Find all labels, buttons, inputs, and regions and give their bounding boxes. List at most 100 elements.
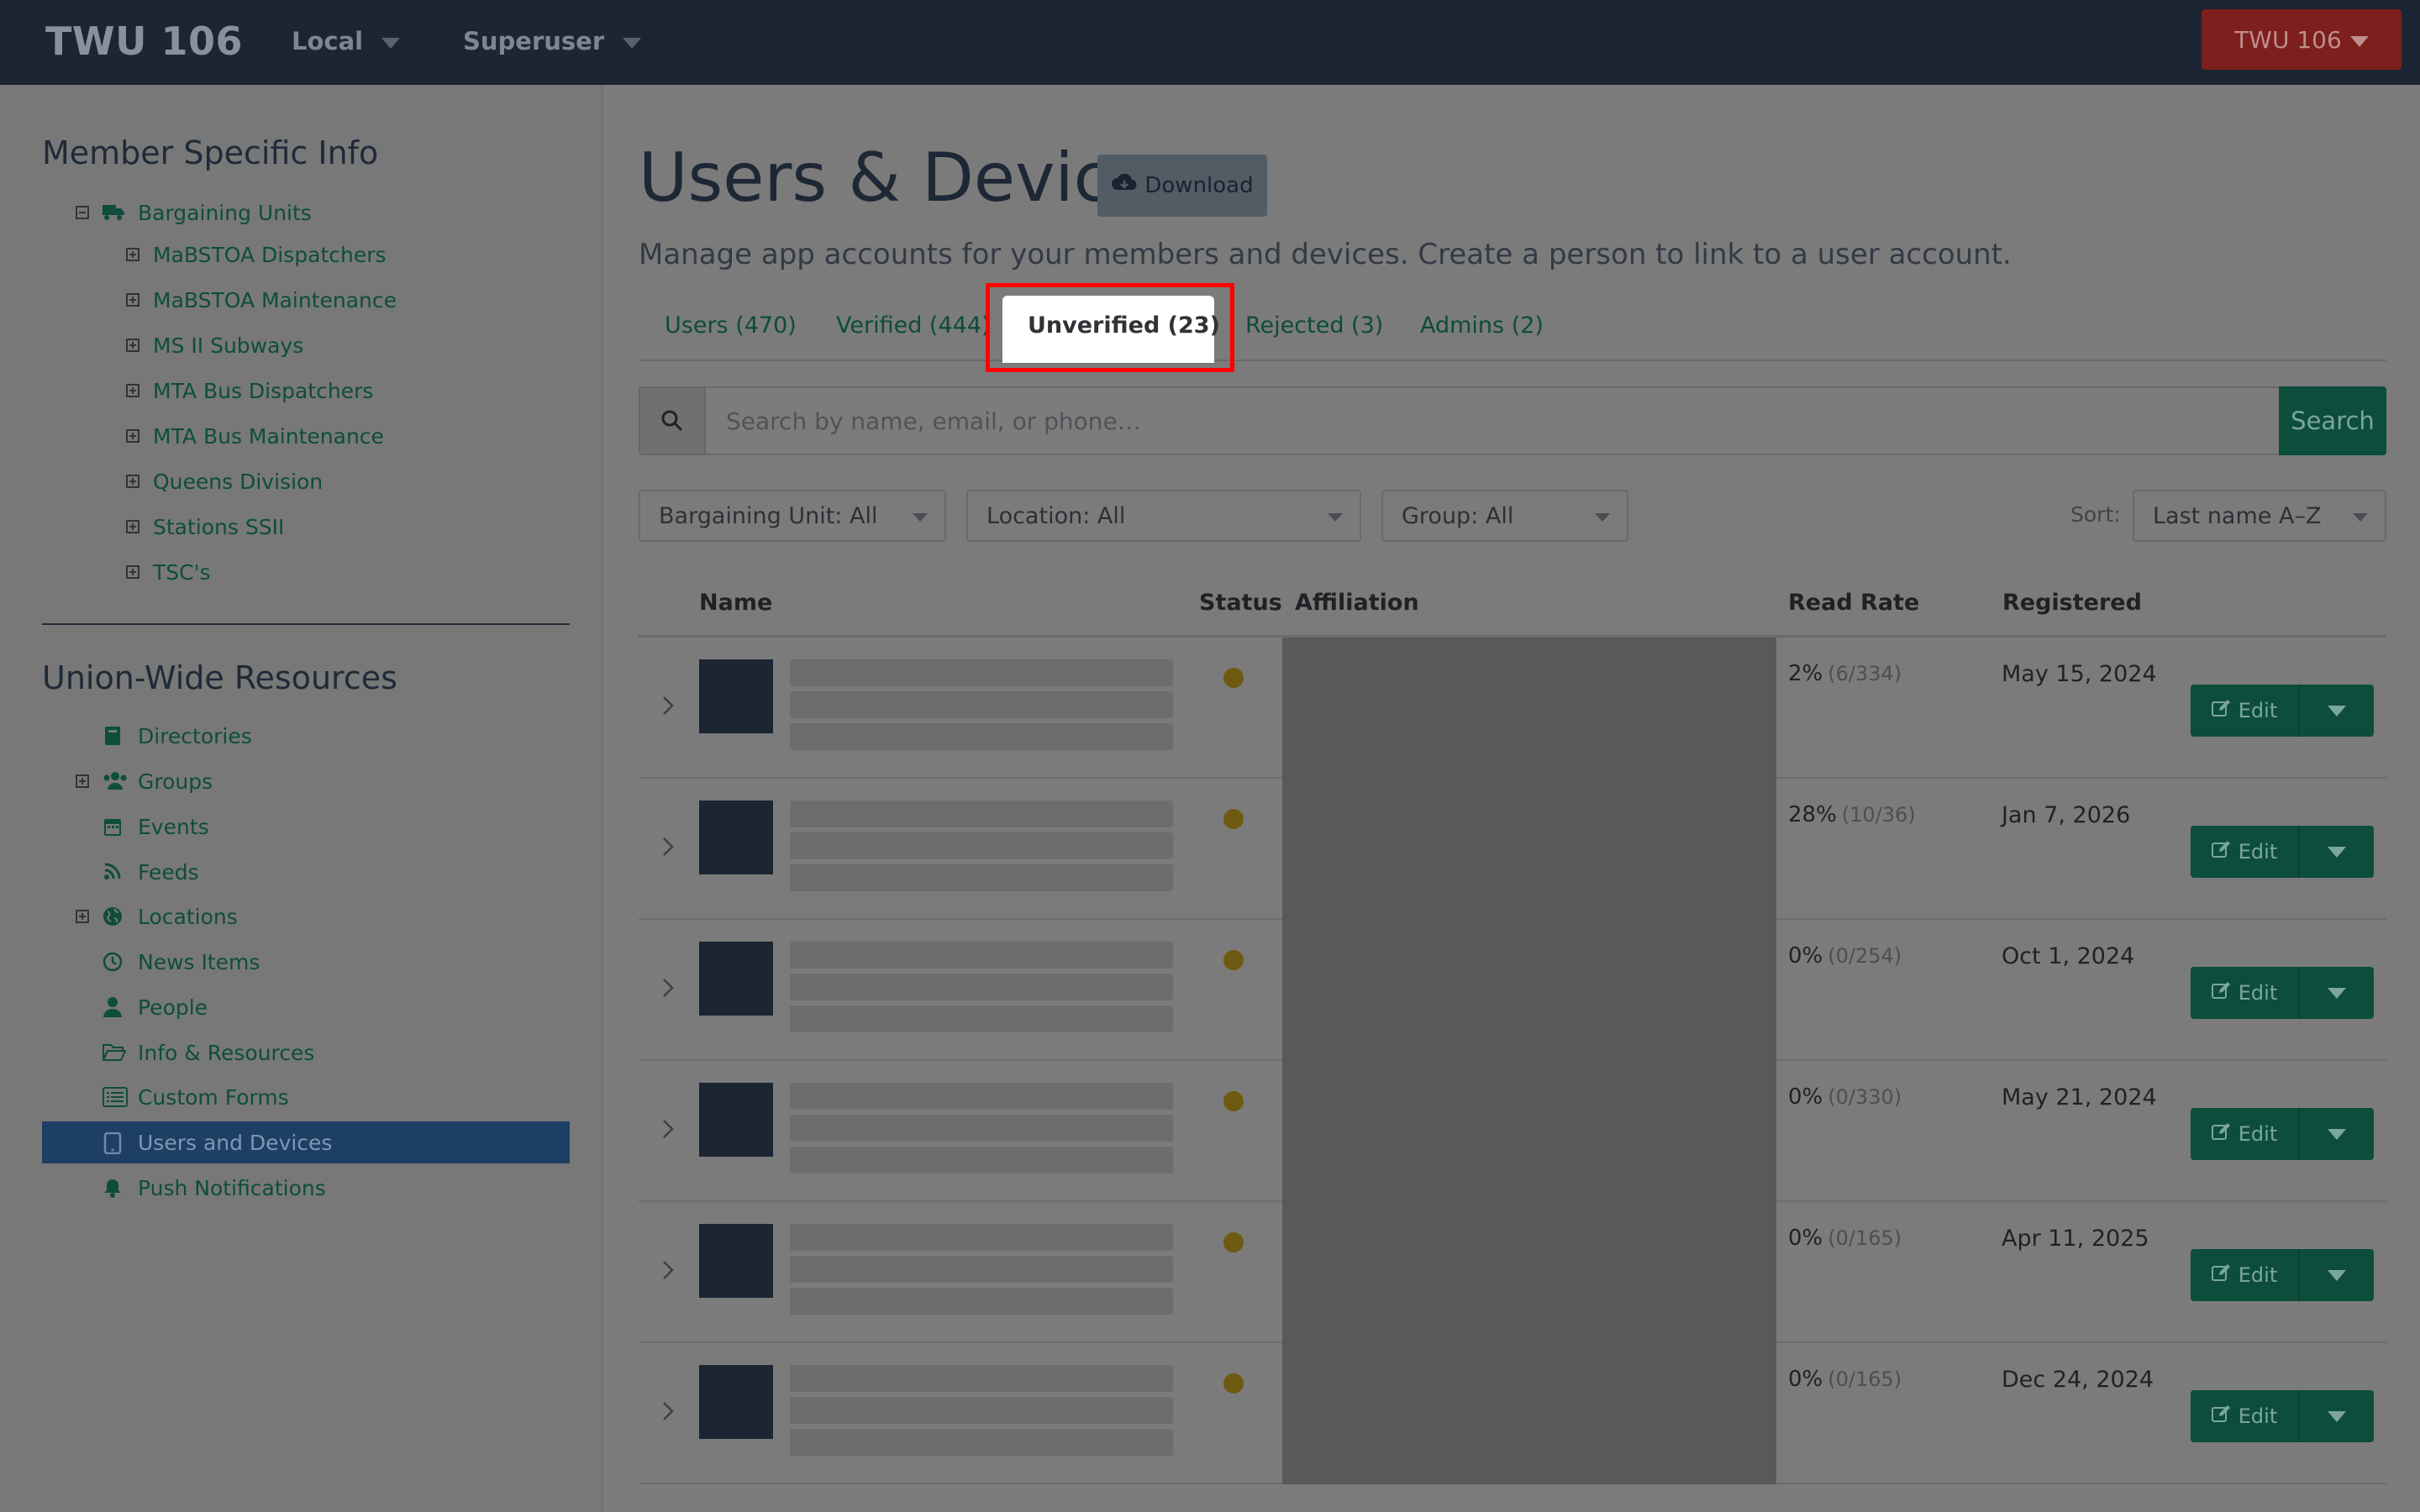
avatar	[699, 659, 773, 733]
edit-button[interactable]: Edit	[2191, 1108, 2300, 1160]
sidebar-item-info-resources[interactable]: Info & Resources	[102, 1036, 314, 1069]
truck-icon	[103, 202, 124, 223]
chevron-right-icon[interactable]	[662, 834, 674, 864]
sidebar-item-bargaining-units[interactable]: Bargaining Units	[76, 196, 312, 229]
caret-down-icon	[2328, 1128, 2346, 1140]
sidebar-unit-item[interactable]: MaBSTOA Maintenance	[126, 283, 397, 317]
expand-icon[interactable]	[126, 565, 139, 579]
location-select[interactable]: Location: All	[966, 490, 1361, 542]
chevron-right-icon[interactable]	[662, 975, 674, 1005]
edit-button[interactable]: Edit	[2191, 685, 2300, 737]
sidebar-item-locations[interactable]: Locations	[76, 900, 238, 933]
group-select[interactable]: Group: All	[1381, 490, 1628, 542]
expand-icon[interactable]	[126, 384, 139, 397]
chevron-right-icon[interactable]	[662, 693, 674, 722]
sidebar-item-groups[interactable]: Groups	[76, 764, 213, 798]
expand-icon[interactable]	[126, 520, 139, 533]
column-header-read-rate[interactable]: Read Rate	[1788, 590, 1919, 616]
sidebar-unit-item[interactable]: MaBSTOA Dispatchers	[126, 238, 387, 271]
table-row[interactable]: 28% (10/36) Jan 7, 2026 Edit	[639, 779, 2386, 920]
table-row[interactable]: 0% (0/254) Oct 1, 2024 Edit	[639, 920, 2386, 1061]
sidebar-unit-item[interactable]: Queens Division	[126, 465, 323, 498]
sidebar-item-directories[interactable]: Directories	[103, 719, 252, 753]
superuser-dropdown-label: Superuser	[463, 27, 605, 55]
row-actions-dropdown[interactable]	[2300, 685, 2374, 737]
sidebar-item-label: Events	[138, 814, 209, 839]
redacted-email-bar	[790, 1397, 1173, 1424]
redacted-email-bar	[790, 974, 1173, 1000]
sidebar-item-feeds[interactable]: Feeds	[103, 855, 199, 889]
brand-logo[interactable]: TWU 106	[45, 18, 243, 64]
sidebar-item-custom-forms[interactable]: Custom Forms	[103, 1080, 289, 1114]
expand-icon[interactable]	[76, 774, 89, 788]
sidebar-unit-item[interactable]: MTA Bus Dispatchers	[126, 374, 373, 407]
tab-rejected[interactable]: Rejected (3)	[1245, 312, 1383, 339]
read-rate: 0% (0/165)	[1788, 1226, 1902, 1251]
caret-down-icon	[623, 37, 642, 49]
org-switcher-label: TWU 106	[2234, 25, 2342, 54]
sidebar-item-events[interactable]: Events	[103, 810, 209, 843]
column-header-registered[interactable]: Registered	[2002, 590, 2142, 616]
caret-down-icon	[2353, 513, 2368, 522]
column-header-affiliation[interactable]: Affiliation	[1295, 590, 1419, 616]
row-actions-dropdown[interactable]	[2300, 1249, 2374, 1301]
sidebar-unit-item[interactable]: MTA Bus Maintenance	[126, 419, 384, 453]
chevron-right-icon[interactable]	[662, 1116, 674, 1146]
read-rate: 28% (10/36)	[1788, 802, 1916, 827]
sidebar-item-label: Directories	[138, 723, 252, 748]
local-dropdown-label: Local	[292, 27, 364, 55]
collapse-icon[interactable]	[76, 206, 89, 219]
sidebar-item-news-items[interactable]: News Items	[103, 945, 260, 979]
table-row[interactable]: 0% (0/330) May 21, 2024 Edit	[639, 1061, 2386, 1202]
edit-button[interactable]: Edit	[2191, 967, 2300, 1019]
table-row[interactable]: 2% (6/334) May 15, 2024 Edit	[639, 638, 2386, 779]
edit-button[interactable]: Edit	[2191, 1249, 2300, 1301]
clock-icon	[103, 952, 123, 972]
avatar	[699, 942, 773, 1016]
search-button[interactable]: Search	[2279, 386, 2386, 455]
expand-icon[interactable]	[126, 339, 139, 352]
superuser-dropdown[interactable]: Superuser	[463, 27, 642, 55]
sort-select-value: Last name A–Z	[2153, 502, 2322, 529]
sidebar-divider	[42, 623, 570, 625]
edit-button[interactable]: Edit	[2191, 826, 2300, 878]
row-actions-dropdown[interactable]	[2300, 967, 2374, 1019]
tablet-icon	[103, 1131, 123, 1155]
sidebar-item-people[interactable]: People	[103, 990, 208, 1024]
table-row[interactable]: 0% (0/165) Apr 11, 2025 Edit	[639, 1202, 2386, 1343]
chevron-right-icon[interactable]	[662, 1399, 674, 1428]
table-row[interactable]: 0% (0/165) Dec 24, 2024 Edit	[639, 1343, 2386, 1484]
sidebar-item-label: Queens Division	[153, 469, 324, 494]
row-actions-dropdown[interactable]	[2300, 1108, 2374, 1160]
expand-icon[interactable]	[126, 475, 139, 488]
download-button[interactable]: Download	[1097, 155, 1267, 217]
expand-icon[interactable]	[126, 429, 139, 443]
org-switcher-button[interactable]: TWU 106	[2202, 9, 2402, 70]
sidebar-item-users-and-devices[interactable]: Users and Devices	[103, 1126, 332, 1159]
sidebar-item-push-notifications[interactable]: Push Notifications	[103, 1171, 326, 1205]
row-actions-dropdown[interactable]	[2300, 1390, 2374, 1442]
redacted-affiliation	[1282, 1343, 1776, 1484]
edit-button[interactable]: Edit	[2191, 1390, 2300, 1442]
chevron-right-icon[interactable]	[662, 1257, 674, 1287]
search-input[interactable]	[706, 386, 2279, 455]
expand-icon[interactable]	[126, 248, 139, 261]
bargaining-unit-select[interactable]: Bargaining Unit: All	[639, 490, 946, 542]
sidebar-unit-item[interactable]: Stations SSII	[126, 510, 284, 543]
sidebar-unit-item[interactable]: TSC's	[126, 555, 211, 589]
column-header-status[interactable]: Status	[1199, 590, 1282, 616]
sidebar-unit-item[interactable]: MS II Subways	[126, 328, 303, 362]
edit-icon	[2211, 1404, 2232, 1428]
row-actions-dropdown[interactable]	[2300, 826, 2374, 878]
expand-icon[interactable]	[126, 293, 139, 307]
sidebar-item-label: Bargaining Units	[138, 200, 312, 225]
avatar	[699, 801, 773, 874]
sidebar-item-label: MS II Subways	[153, 333, 304, 358]
column-header-name[interactable]: Name	[699, 590, 772, 616]
tab-users[interactable]: Users (470)	[665, 312, 797, 339]
sort-select[interactable]: Last name A–Z	[2133, 490, 2386, 542]
local-dropdown[interactable]: Local	[292, 27, 401, 55]
tab-admins[interactable]: Admins (2)	[1420, 312, 1544, 339]
expand-icon[interactable]	[76, 910, 89, 923]
tab-verified[interactable]: Verified (444)	[836, 312, 991, 339]
